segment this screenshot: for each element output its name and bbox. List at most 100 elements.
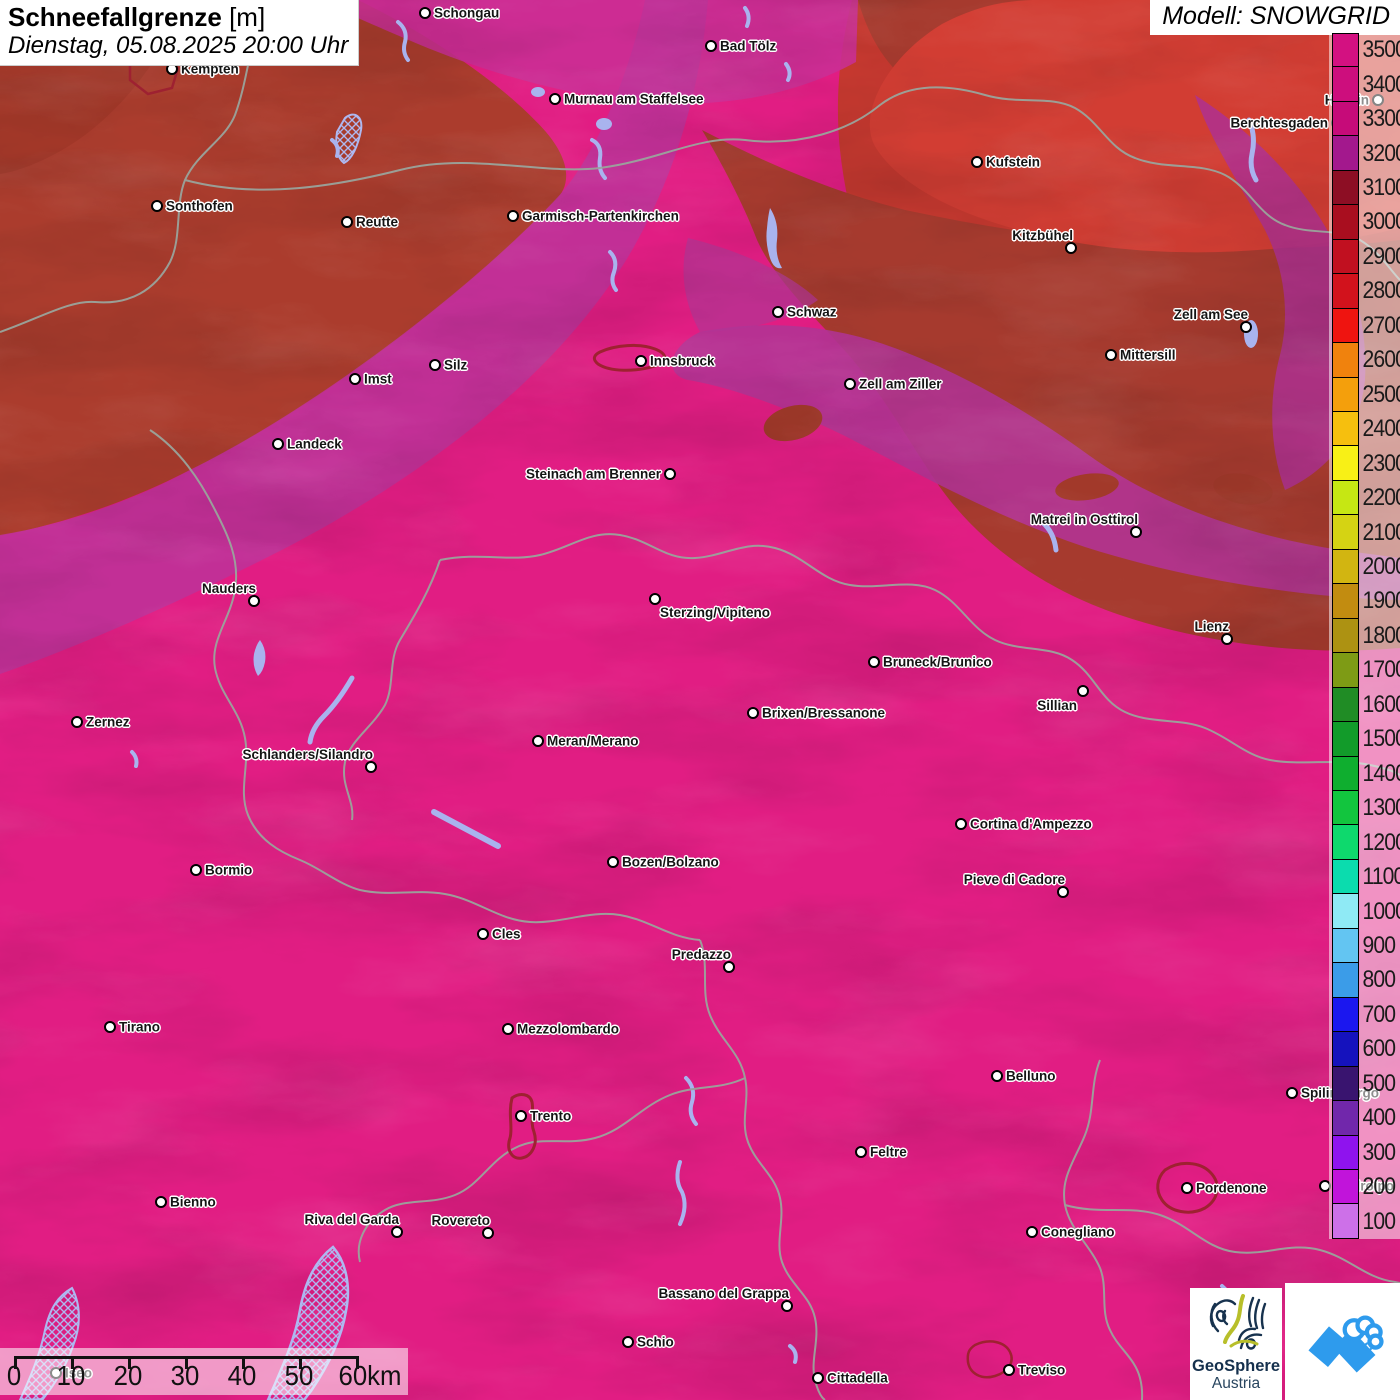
city-label: Kitzbühel xyxy=(1012,228,1073,243)
title-text: Schneefallgrenze xyxy=(8,2,222,32)
city-dot xyxy=(482,1227,494,1239)
legend-value-label: 600 xyxy=(1362,1035,1396,1063)
city-label: Bienno xyxy=(170,1194,216,1210)
city-dot xyxy=(781,1300,793,1312)
legend-value-label: 1800 xyxy=(1362,621,1400,649)
scale-bar-number: 50 xyxy=(284,1360,314,1391)
legend-color-swatch xyxy=(1332,617,1359,654)
city-label: Pieve di Cadore xyxy=(963,872,1065,887)
legend-color-swatch xyxy=(1332,824,1359,860)
legend-color-swatch xyxy=(1332,445,1359,481)
legend-level-row: 1500 xyxy=(1329,721,1400,757)
legend-level-row: 900 xyxy=(1329,927,1400,964)
legend-level-row: 2100 xyxy=(1329,514,1400,550)
city-label: Meran/Merano xyxy=(547,733,639,749)
legend-color-swatch xyxy=(1332,204,1359,240)
city-label: Kufstein xyxy=(986,154,1040,170)
legend-value-label: 2800 xyxy=(1362,277,1400,305)
legend-level-row: 700 xyxy=(1329,996,1400,1033)
legend-value-label: 3300 xyxy=(1362,105,1400,133)
city-dot xyxy=(419,7,431,19)
legend-value-label: 2200 xyxy=(1362,484,1400,512)
city-label: Steinach am Brenner xyxy=(525,466,661,482)
legend-color-swatch xyxy=(1332,652,1359,688)
legend-level-row: 3200 xyxy=(1329,135,1400,171)
legend-level-row: 1200 xyxy=(1329,824,1400,860)
legend-value-label: 500 xyxy=(1362,1069,1396,1097)
legend-level-row: 3400 xyxy=(1329,66,1400,102)
legend-value-label: 2500 xyxy=(1362,380,1400,408)
city-dot xyxy=(248,595,260,607)
city-label: Conegliano xyxy=(1041,1224,1115,1240)
legend-level-row: 2700 xyxy=(1329,307,1400,344)
city-label: Trento xyxy=(530,1108,572,1124)
legend-color-swatch xyxy=(1332,858,1359,895)
legend-value-label: 200 xyxy=(1362,1173,1396,1201)
legend-value-label: 400 xyxy=(1362,1104,1396,1132)
city-dot xyxy=(391,1226,403,1238)
legend-level-row: 1100 xyxy=(1329,858,1400,895)
legend-level-row: 200 xyxy=(1329,1168,1400,1205)
city-dot xyxy=(515,1110,527,1122)
legend-level-row: 1000 xyxy=(1329,893,1400,929)
city-label: Nauders xyxy=(201,581,256,596)
city-label: Feltre xyxy=(870,1144,907,1160)
city-dot xyxy=(1286,1087,1298,1099)
city-label: Mezzolombardo xyxy=(517,1021,620,1037)
legend-value-label: 300 xyxy=(1362,1138,1396,1166)
legend-level-row: 2600 xyxy=(1329,342,1400,378)
city-label: Bad Tölz xyxy=(720,38,777,54)
city-dot xyxy=(341,216,353,228)
legend-level-row: 2900 xyxy=(1329,238,1400,275)
city-dot xyxy=(1181,1182,1193,1194)
legend-level-row: 1900 xyxy=(1329,583,1400,619)
legend-value-label: 700 xyxy=(1362,1000,1396,1028)
legend-level-row: 400 xyxy=(1329,1100,1400,1136)
city-dot xyxy=(365,761,377,773)
city-label: Riva del Garda xyxy=(304,1212,399,1227)
city-dot xyxy=(190,864,202,876)
page-title: Schneefallgrenze [m] xyxy=(8,3,348,32)
legend-level-row: 1400 xyxy=(1329,755,1400,791)
city-label: Bozen/Bolzano xyxy=(622,854,719,870)
legend-color-swatch xyxy=(1332,273,1359,309)
city-dot xyxy=(477,928,489,940)
geosphere-logo-subtext: Austria xyxy=(1211,1375,1261,1393)
legend-value-label: 3100 xyxy=(1362,174,1400,202)
legend-color-swatch xyxy=(1332,1100,1359,1136)
city-label: Schlanders/Silandro xyxy=(242,747,373,762)
legend-color-swatch xyxy=(1332,1065,1359,1102)
legend-level-row: 2300 xyxy=(1329,445,1400,481)
legend-level-row: 3500 xyxy=(1329,33,1400,68)
legend-value-label: 3400 xyxy=(1362,70,1400,98)
city-dot xyxy=(155,1196,167,1208)
geosphere-logo-text: GeoSphere xyxy=(1191,1357,1281,1375)
legend-level-row: 800 xyxy=(1329,962,1400,998)
city-label: Bruneck/Brunico xyxy=(883,654,992,670)
mountain-cloud-logo xyxy=(1285,1283,1400,1400)
map-scale-bar: 0 10 20 30 40 50 60km xyxy=(0,1348,408,1395)
city-dot xyxy=(1057,886,1069,898)
city-label: Schongau xyxy=(434,5,500,21)
city-dot xyxy=(649,593,661,605)
city-dot xyxy=(971,156,983,168)
legend-color-swatch xyxy=(1332,66,1359,102)
city-label: Mittersill xyxy=(1120,347,1176,363)
legend-value-label: 800 xyxy=(1362,966,1396,994)
city-label: Reutte xyxy=(356,214,399,230)
legend-color-swatch xyxy=(1332,135,1359,171)
scale-bar-number: 40 xyxy=(227,1360,257,1391)
city-label: Belluno xyxy=(1006,1068,1056,1084)
legend-color-swatch xyxy=(1332,238,1359,275)
city-label: Imst xyxy=(364,371,392,387)
scale-bar-number: 0 xyxy=(6,1360,22,1391)
city-dot xyxy=(772,306,784,318)
city-label: Rovereto xyxy=(431,1213,490,1228)
legend-level-row: 2800 xyxy=(1329,273,1400,309)
city-marker-layer: Schongau Bad Tölz Kempten Murnau am Staffel… xyxy=(0,0,1400,1400)
legend-level-row: 2500 xyxy=(1329,376,1400,412)
city-label: Predazzo xyxy=(671,947,731,962)
legend-color-swatch xyxy=(1332,33,1359,68)
mountain-cloud-logo-icon xyxy=(1307,1315,1384,1373)
legend-color-swatch xyxy=(1332,1134,1359,1170)
